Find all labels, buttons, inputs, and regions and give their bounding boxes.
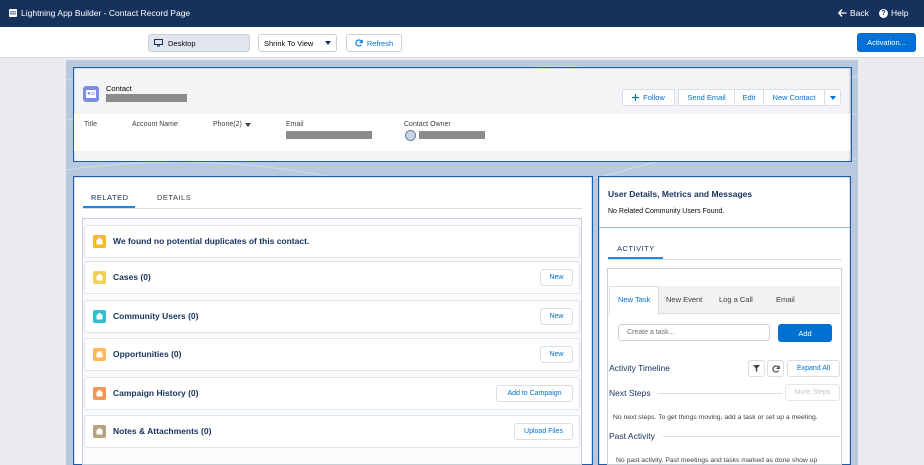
builder-toolbar: Desktop Shrink To View Refresh Activatio… <box>0 27 924 58</box>
field-account-label: Account Name <box>132 121 178 128</box>
monitor-icon <box>154 39 163 47</box>
object-label: Contact <box>106 84 132 93</box>
app-title: Lightning App Builder - Contact Record P… <box>21 8 191 18</box>
field-owner-label: Contact Owner <box>404 121 451 128</box>
related-list-card: Campaign History (0) Add to Campaign <box>84 377 580 410</box>
note-icon <box>93 425 106 438</box>
next-steps-divider <box>657 393 782 394</box>
next-steps-label: Next Steps <box>609 388 651 398</box>
chevron-down-icon <box>244 122 251 127</box>
tab-activity[interactable]: ACTIVITY <box>617 244 655 253</box>
related-list-action-button[interactable]: New <box>540 269 573 286</box>
help-label: Help <box>891 8 909 18</box>
past-activity-label: Past Activity <box>609 431 655 441</box>
follow-label: Follow <box>643 93 665 102</box>
more-steps-button[interactable]: More Steps <box>785 384 840 401</box>
field-title-label: Title <box>84 121 97 128</box>
help-button[interactable]: ? Help <box>879 8 908 18</box>
related-list-card: Community Users (0) New <box>84 300 580 333</box>
redacted-contact-name <box>106 94 187 102</box>
add-task-button[interactable]: Add <box>778 324 832 342</box>
view-mode-select[interactable]: Shrink To View <box>258 34 337 52</box>
timeline-label: Activity Timeline <box>609 363 670 373</box>
related-list-title: Cases (0) <box>113 272 151 282</box>
case-icon <box>93 271 106 284</box>
related-list-action-button[interactable]: Upload Files <box>514 423 573 440</box>
related-list-card: Opportunities (0) New <box>84 338 580 371</box>
tab-email[interactable]: Email <box>776 295 795 304</box>
tab-new-event[interactable]: New Event <box>666 295 702 304</box>
field-email-label: Email <box>286 121 304 128</box>
related-list-card: Notes & Attachments (0) Upload Files <box>84 415 580 448</box>
new-contact-button[interactable]: New Contact <box>763 89 825 106</box>
redacted-email <box>286 131 372 139</box>
past-activity-empty-text: No past activity. Past meetings and task… <box>616 457 818 464</box>
device-label: Desktop <box>168 38 196 48</box>
opportunity-icon <box>93 348 106 361</box>
highlights-actions: Follow Send Email Edit New Contact <box>622 89 841 106</box>
follow-button[interactable]: Follow <box>622 89 675 106</box>
help-icon: ? <box>879 8 888 18</box>
app-header: Lightning App Builder - Contact Record P… <box>0 0 924 27</box>
refresh-icon <box>771 364 780 373</box>
timeline-refresh-button[interactable] <box>767 360 784 377</box>
app-builder-icon <box>9 9 17 17</box>
create-task-input[interactable]: Create a task... <box>618 324 770 341</box>
user-details-body: No Related Community Users Found. <box>608 208 725 215</box>
related-list-title: Notes & Attachments (0) <box>113 426 212 436</box>
refresh-icon <box>355 39 363 47</box>
chevron-down-icon <box>325 41 331 45</box>
related-list-title: Community Users (0) <box>113 311 199 321</box>
back-label: Back <box>850 8 869 18</box>
filter-button[interactable] <box>748 360 765 377</box>
view-mode-label: Shrink To View <box>264 38 314 48</box>
related-list-title: We found no potential duplicates of this… <box>113 236 310 246</box>
device-selector[interactable]: Desktop <box>148 34 250 52</box>
section-divider <box>599 227 850 228</box>
community-icon <box>93 310 106 323</box>
redacted-owner-name <box>419 131 485 139</box>
tab-divider <box>608 259 842 260</box>
expand-all-button[interactable]: Expand All <box>787 360 840 377</box>
related-list-action-button[interactable]: New <box>540 308 573 325</box>
activation-button[interactable]: Activation... <box>857 33 916 52</box>
duplicate-icon <box>93 235 106 248</box>
plus-icon <box>632 94 640 101</box>
tab-divider <box>83 208 582 209</box>
arrow-left-icon <box>838 9 847 17</box>
contact-icon <box>83 86 99 102</box>
next-steps-empty-text: No next steps. To get things moving, add… <box>613 414 818 421</box>
refresh-button[interactable]: Refresh <box>346 34 402 52</box>
tab-new-task[interactable]: New Task <box>618 295 650 304</box>
related-list-title: Campaign History (0) <box>113 388 199 398</box>
tab-related[interactable]: RELATED <box>91 193 129 202</box>
related-list-title: Opportunities (0) <box>113 349 182 359</box>
filter-icon <box>753 365 760 372</box>
related-list-card: We found no potential duplicates of this… <box>84 225 580 258</box>
phone-field-menu[interactable]: Phone(2) <box>213 121 251 128</box>
field-phone-label: Phone(2) <box>213 121 242 128</box>
edit-button[interactable]: Edit <box>734 89 764 106</box>
user-details-title: User Details, Metrics and Messages <box>608 189 753 199</box>
related-list-action-button[interactable]: New <box>540 346 573 363</box>
chevron-down-icon <box>829 95 836 100</box>
tab-log-call[interactable]: Log a Call <box>719 295 753 304</box>
past-activity-divider <box>663 436 840 437</box>
related-list-card: Cases (0) New <box>84 261 580 294</box>
tab-details[interactable]: DETAILS <box>157 193 191 202</box>
related-list-action-button[interactable]: Add to Campaign <box>496 385 573 402</box>
owner-avatar <box>405 130 416 141</box>
back-button[interactable]: Back <box>838 8 869 18</box>
more-actions-button[interactable] <box>824 89 841 106</box>
campaign-icon <box>93 387 106 400</box>
refresh-label: Refresh <box>366 38 394 48</box>
send-email-button[interactable]: Send Email <box>678 89 735 106</box>
